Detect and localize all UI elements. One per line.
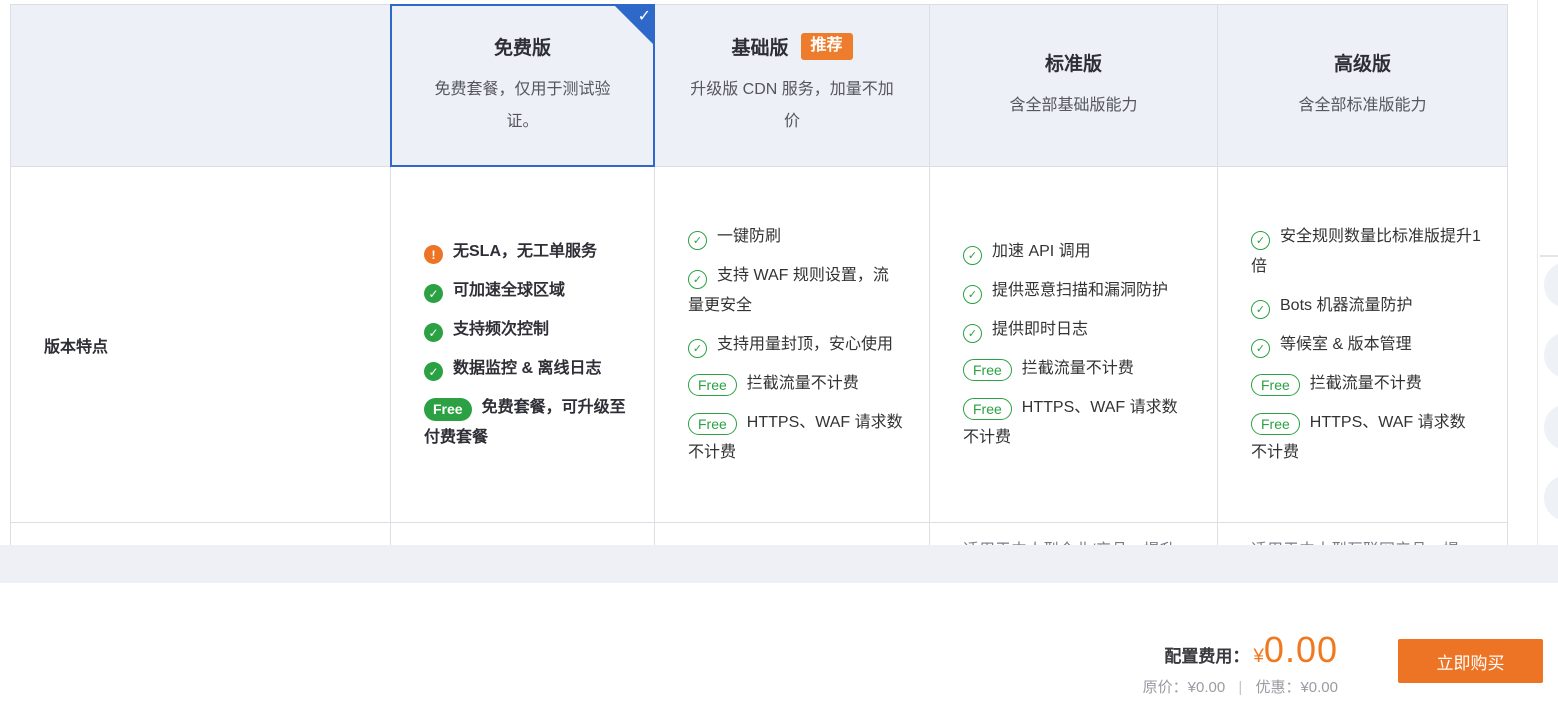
feature-item: ✓ 等候室 & 版本管理 xyxy=(1251,330,1481,360)
floating-action-button[interactable] xyxy=(1544,332,1558,378)
feature-text: 安全规则数量比标准版提升1倍 xyxy=(1251,228,1481,275)
discount-amount: 优惠：¥0.00 xyxy=(1255,679,1338,696)
feature-text: 可加速全球区域 xyxy=(453,282,565,299)
feature-text: 拦截流量不计费 xyxy=(1022,360,1134,377)
check-icon: ✓ xyxy=(424,284,443,303)
check-outline-icon: ✓ xyxy=(688,231,707,250)
feature-item: ✓ 提供恶意扫描和漏洞防护 xyxy=(963,276,1191,306)
plan-features-standard: ✓ 加速 API 调用 ✓ 提供恶意扫描和漏洞防护 ✓ 提供即时日志 Free 拦截流量不计费… xyxy=(930,167,1218,523)
plan-description: 含全部标准版能力 xyxy=(1298,90,1426,122)
currency-symbol: ¥ xyxy=(1253,646,1264,668)
selected-corner-triangle: ✓ xyxy=(613,4,655,46)
plan-header-premium[interactable]: 高级版 含全部标准版能力 xyxy=(1218,5,1507,167)
feature-item: ✓ 数据监控 & 离线日志 xyxy=(424,354,628,384)
feature-item: Free 拦截流量不计费 xyxy=(963,354,1191,384)
floating-toolbar-divider xyxy=(1540,255,1558,257)
feature-text: 支持 WAF 规则设置，流量更安全 xyxy=(688,267,889,314)
check-icon: ✓ xyxy=(424,362,443,381)
row-label-features: 版本特点 xyxy=(11,167,391,523)
feature-text: Bots 机器流量防护 xyxy=(1280,297,1412,314)
feature-text: 一键防刷 xyxy=(717,228,781,245)
plan-scenario-basic xyxy=(655,523,930,546)
plan-header-basic[interactable]: 基础版 推荐 升级版 CDN 服务，加量不加价 xyxy=(655,5,930,167)
floating-action-button[interactable] xyxy=(1544,475,1558,521)
feature-item: ✓ Bots 机器流量防护 xyxy=(1251,291,1481,321)
free-badge: Free xyxy=(688,374,737,396)
buy-now-button[interactable]: 立即购买 xyxy=(1398,639,1543,683)
plan-scenario-free xyxy=(391,523,655,546)
feature-item: ✓ 可加速全球区域 xyxy=(424,276,628,306)
free-badge: Free xyxy=(688,413,737,435)
feature-text: 提供即时日志 xyxy=(992,321,1088,338)
floating-action-button[interactable] xyxy=(1544,404,1558,450)
feature-text: 提供恶意扫描和漏洞防护 xyxy=(992,282,1168,299)
plan-name: 免费版 xyxy=(494,33,551,60)
check-outline-icon: ✓ xyxy=(963,285,982,304)
page-edge-divider xyxy=(1537,0,1538,545)
check-outline-icon: ✓ xyxy=(688,270,707,289)
feature-item: ✓ 支持频次控制 xyxy=(424,315,628,345)
table-corner-cell xyxy=(11,5,391,167)
feature-item: ! 无SLA，无工单服务 xyxy=(424,237,628,267)
feature-item: ✓支持 WAF 规则设置，流量更安全 xyxy=(688,261,903,321)
original-price: 原价：¥0.00 xyxy=(1143,679,1226,696)
plan-header-standard[interactable]: 标准版 含全部基础版能力 xyxy=(930,5,1218,167)
feature-item: FreeHTTPS、WAF 请求数不计费 xyxy=(1251,408,1481,468)
feature-item: ✓ 支持用量封顶，安心使用 xyxy=(688,330,903,360)
feature-item: FreeHTTPS、WAF 请求数不计费 xyxy=(963,393,1191,453)
feature-item: Free 拦截流量不计费 xyxy=(1251,369,1481,399)
free-badge: Free xyxy=(1251,374,1300,396)
plan-name: 高级版 xyxy=(1334,49,1391,76)
check-icon: ✓ xyxy=(424,323,443,342)
feature-text: 拦截流量不计费 xyxy=(747,375,859,392)
plan-description: 免费套餐，仅用于测试验证。 xyxy=(419,74,626,138)
price-summary: 配置费用： ¥ 0.00 原价：¥0.00 | 优惠：¥0.00 xyxy=(1143,629,1338,697)
feature-text: 支持频次控制 xyxy=(453,321,549,338)
feature-text: 等候室 & 版本管理 xyxy=(1280,336,1412,353)
check-outline-icon: ✓ xyxy=(963,246,982,265)
plan-header-free[interactable]: ✓ 免费版 免费套餐，仅用于测试验证。 xyxy=(391,5,655,167)
free-badge: Free xyxy=(1251,413,1300,435)
free-badge: Free xyxy=(424,398,472,421)
plan-description: 升级版 CDN 服务，加量不加价 xyxy=(683,74,901,138)
config-fee-label: 配置费用： xyxy=(1164,642,1249,667)
feature-text: 拦截流量不计费 xyxy=(1310,375,1422,392)
check-outline-icon: ✓ xyxy=(963,324,982,343)
check-icon: ✓ xyxy=(638,6,651,26)
feature-item: ✓ 提供即时日志 xyxy=(963,315,1191,345)
plan-features-basic: ✓一键防刷✓支持 WAF 规则设置，流量更安全✓支持用量封顶，安心使用Free拦… xyxy=(655,167,930,523)
plan-name: 基础版 xyxy=(731,33,788,60)
feature-item: Free 拦截流量不计费 xyxy=(688,369,903,399)
plan-scenario-standard: 适用于中小型企业/产品，提升 xyxy=(930,523,1218,546)
plan-description: 含全部基础版能力 xyxy=(1009,90,1137,122)
check-outline-icon: ✓ xyxy=(688,339,707,358)
floating-action-button[interactable] xyxy=(1544,262,1558,308)
warning-icon: ! xyxy=(424,245,443,264)
section-separator-band xyxy=(0,545,1558,583)
recommended-badge: 推荐 xyxy=(801,33,853,60)
price-separator: | xyxy=(1238,679,1242,696)
check-outline-icon: ✓ xyxy=(1251,339,1270,358)
feature-text: 加速 API 调用 xyxy=(992,243,1091,260)
plan-features-premium: ✓安全规则数量比标准版提升1倍✓Bots 机器流量防护✓等候室 & 版本管理Fr… xyxy=(1218,167,1507,523)
check-outline-icon: ✓ xyxy=(1251,300,1270,319)
free-badge: Free xyxy=(963,359,1012,381)
check-outline-icon: ✓ xyxy=(1251,231,1270,250)
feature-item: ✓ 加速 API 调用 xyxy=(963,237,1191,267)
feature-item: ✓ 一键防刷 xyxy=(688,222,903,252)
feature-item: Free免费套餐，可升级至付费套餐 xyxy=(424,393,628,453)
row-scenario-label-cell xyxy=(11,523,391,546)
feature-text: 数据监控 & 离线日志 xyxy=(453,360,601,377)
feature-text: 无SLA，无工单服务 xyxy=(453,243,597,260)
feature-text: 支持用量封顶，安心使用 xyxy=(717,336,893,353)
feature-item: ✓安全规则数量比标准版提升1倍 xyxy=(1251,222,1481,282)
plan-name: 标准版 xyxy=(1045,49,1102,76)
free-badge: Free xyxy=(963,398,1012,420)
plan-scenario-premium: 适用于中大型互联网产品，提 xyxy=(1218,523,1507,546)
plan-features-free: ! 无SLA，无工单服务 ✓ 可加速全球区域 ✓ 支持频次控制 ✓ 数据监控 & 离线日志 Fr… xyxy=(391,167,655,523)
feature-item: FreeHTTPS、WAF 请求数不计费 xyxy=(688,408,903,468)
plan-comparison-table: ✓ 免费版 免费套餐，仅用于测试验证。 基础版 推荐 升级版 CDN 服务，加量… xyxy=(10,4,1508,545)
config-fee-value: 0.00 xyxy=(1264,629,1338,671)
